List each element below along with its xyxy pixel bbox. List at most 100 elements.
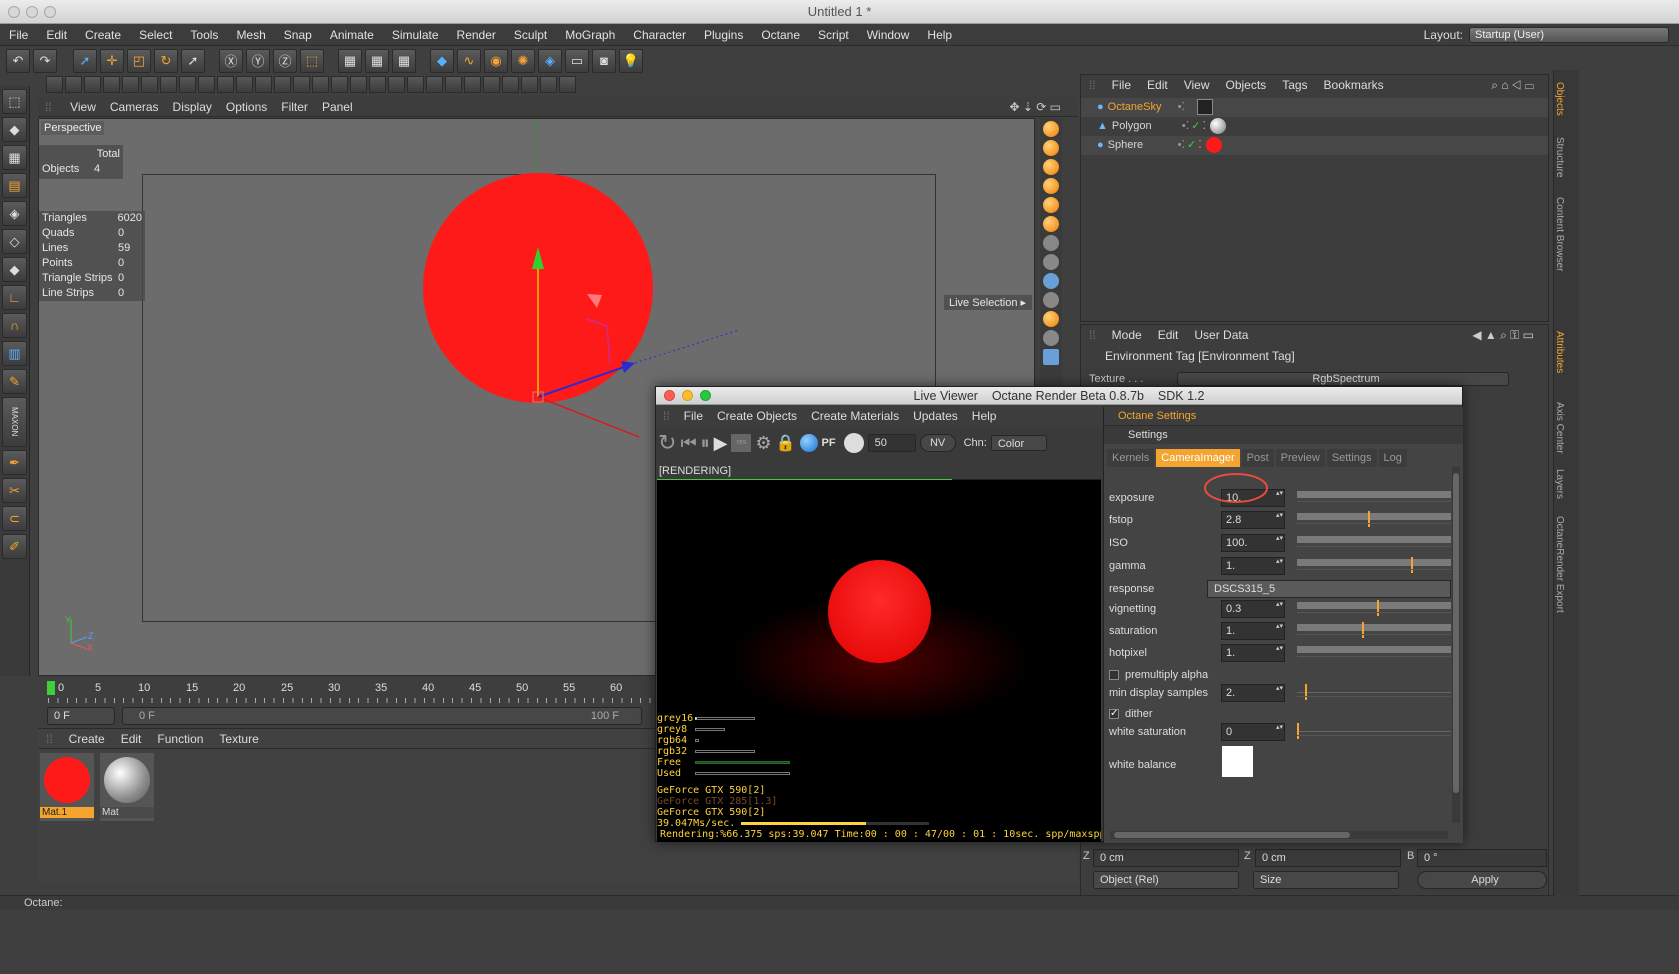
menu-file[interactable]: File: [0, 24, 37, 46]
tab-preview[interactable]: Preview: [1275, 449, 1325, 467]
obj-menu-file[interactable]: File: [1104, 75, 1139, 95]
tool-icon-18[interactable]: [369, 75, 386, 93]
vp-menu-display[interactable]: Display: [166, 97, 219, 117]
material-swatch-mat[interactable]: Mat: [100, 753, 154, 821]
make-editable-icon[interactable]: ⬚: [2, 89, 27, 114]
sculpt-icon[interactable]: ✎: [2, 369, 27, 394]
menu-edit[interactable]: Edit: [37, 24, 76, 46]
mat-menu-function[interactable]: Function: [149, 729, 211, 749]
timeline[interactable]: 0 5 10 15 20 25 30 35 40 45 50 55 60 0 F…: [38, 676, 658, 726]
tool-icon-7[interactable]: [160, 75, 177, 93]
menu-character[interactable]: Character: [624, 24, 695, 46]
premultiply-checkbox[interactable]: [1109, 670, 1119, 680]
lv-menu-file[interactable]: File: [677, 405, 710, 427]
coord-z1-field[interactable]: 0 cm: [1093, 849, 1239, 867]
tool-icon-12[interactable]: [255, 75, 272, 93]
snap-icon[interactable]: ∩: [2, 313, 27, 338]
tool-icon-13[interactable]: [274, 75, 291, 93]
coord-b-field[interactable]: 0 °: [1417, 849, 1547, 867]
lock-icon[interactable]: 🔒: [776, 433, 796, 453]
visibility-dots-icon[interactable]: •⁚: [1182, 117, 1189, 136]
apply-button[interactable]: Apply: [1417, 871, 1547, 889]
enabled-check-icon[interactable]: ✓: [1187, 136, 1196, 155]
octane-material-icon[interactable]: [1043, 121, 1059, 137]
tool-icon-8[interactable]: [179, 75, 196, 93]
octane-tool-icon[interactable]: [1043, 330, 1059, 346]
close-window-button[interactable]: [8, 6, 20, 18]
pixel-filter-icon[interactable]: PF: [822, 437, 836, 449]
octane-material-icon[interactable]: [1043, 140, 1059, 156]
vp-menu-filter[interactable]: Filter: [274, 97, 315, 117]
menu-mesh[interactable]: Mesh: [227, 24, 274, 46]
play-icon[interactable]: ▶: [714, 433, 728, 454]
setting-slider[interactable]: [1297, 600, 1451, 616]
resolution-icon[interactable]: res: [731, 434, 752, 452]
zoom-window-button[interactable]: [44, 6, 56, 18]
obj-menu-tags[interactable]: Tags: [1274, 75, 1315, 95]
tab-cameraimager[interactable]: CameraImager: [1156, 449, 1240, 467]
lv-zoom-button[interactable]: [700, 390, 711, 401]
settings-scrollbar[interactable]: [1452, 467, 1460, 823]
redo-icon[interactable]: ↷: [33, 48, 57, 73]
octane-material-icon[interactable]: [1043, 216, 1059, 232]
setting-value[interactable]: 1.: [1221, 644, 1285, 662]
render-view-icon[interactable]: ▦: [338, 48, 362, 73]
octane-tool-icon[interactable]: [1043, 254, 1059, 270]
workplane-lock-icon[interactable]: ▥: [2, 341, 27, 366]
camera-icon[interactable]: ◙: [592, 48, 616, 73]
array-icon[interactable]: ✺: [511, 48, 535, 73]
tool-icon-4[interactable]: [103, 75, 120, 93]
tool-icon-20[interactable]: [407, 75, 424, 93]
vp-menu-cameras[interactable]: Cameras: [103, 97, 166, 117]
tool-icon-26[interactable]: [521, 75, 538, 93]
tab-axis-center[interactable]: Axis Center: [1554, 392, 1565, 464]
menu-snap[interactable]: Snap: [275, 24, 321, 46]
mat-menu-edit[interactable]: Edit: [113, 729, 150, 749]
recent-tool-icon[interactable]: ➚: [181, 48, 205, 73]
attribute-nav-icons[interactable]: ◀ ▲ ⌕ ⚿ ▭: [1464, 325, 1542, 345]
vp-menu-view[interactable]: View: [63, 97, 103, 117]
octane-material-icon[interactable]: [1043, 159, 1059, 175]
material-swatch-mat1[interactable]: Mat.1: [40, 753, 94, 821]
lv-menu-create-materials[interactable]: Create Materials: [804, 405, 906, 427]
object-row-sphere[interactable]: ● Sphere •⁚ ✓ ⁚: [1081, 136, 1548, 155]
menu-animate[interactable]: Animate: [321, 24, 383, 46]
setting-value[interactable]: 2.8: [1221, 511, 1285, 529]
edges-mode-icon[interactable]: ◇: [2, 229, 27, 254]
menu-plugins[interactable]: Plugins: [695, 24, 752, 46]
tab-structure[interactable]: Structure: [1554, 128, 1565, 186]
setting-slider[interactable]: [1297, 536, 1451, 543]
settings-gear-icon[interactable]: ⚙: [755, 433, 771, 454]
tool-icon-28[interactable]: [559, 75, 576, 93]
mat-menu-create[interactable]: Create: [61, 729, 113, 749]
octane-tool-icon[interactable]: [1043, 235, 1059, 251]
setting-slider[interactable]: [1297, 646, 1451, 653]
tool-icon-21[interactable]: [426, 75, 443, 93]
coord-mode-select[interactable]: Object (Rel): [1093, 871, 1239, 889]
model-mode-icon[interactable]: ◆: [2, 117, 27, 142]
spp-field[interactable]: 50: [867, 434, 916, 452]
polygons-mode-icon[interactable]: ◆: [2, 257, 27, 282]
setting-value[interactable]: 100.: [1221, 534, 1285, 552]
points-mode-icon[interactable]: ◈: [2, 201, 27, 226]
tool-icon-2[interactable]: [65, 75, 82, 93]
object-manager-nav-icons[interactable]: ⌕ ⌂ ◁ ▭: [1483, 75, 1542, 95]
menu-render[interactable]: Render: [448, 24, 505, 46]
undo-icon[interactable]: ↶: [6, 48, 30, 73]
texture-field[interactable]: RgbSpectrum: [1177, 372, 1509, 386]
lv-minimize-button[interactable]: [682, 390, 693, 401]
obj-menu-bookmarks[interactable]: Bookmarks: [1316, 75, 1392, 95]
nurbs-icon[interactable]: ◉: [484, 48, 508, 73]
restart-icon[interactable]: ⏮: [680, 433, 696, 454]
tool-icon-23[interactable]: [464, 75, 481, 93]
phong-tag-icon[interactable]: ⁚: [1198, 136, 1202, 155]
z-axis-lock-icon[interactable]: Ⓩ: [273, 48, 297, 73]
tool-icon-22[interactable]: [445, 75, 462, 93]
brush-icon[interactable]: ✐: [2, 534, 27, 559]
material-tag-icon[interactable]: [1209, 118, 1226, 134]
tab-post[interactable]: Post: [1241, 449, 1274, 467]
menu-script[interactable]: Script: [809, 24, 858, 46]
tool-icon-24[interactable]: [483, 75, 500, 93]
setting-value[interactable]: 0.3: [1221, 600, 1285, 618]
timeline-playhead[interactable]: [47, 681, 55, 695]
